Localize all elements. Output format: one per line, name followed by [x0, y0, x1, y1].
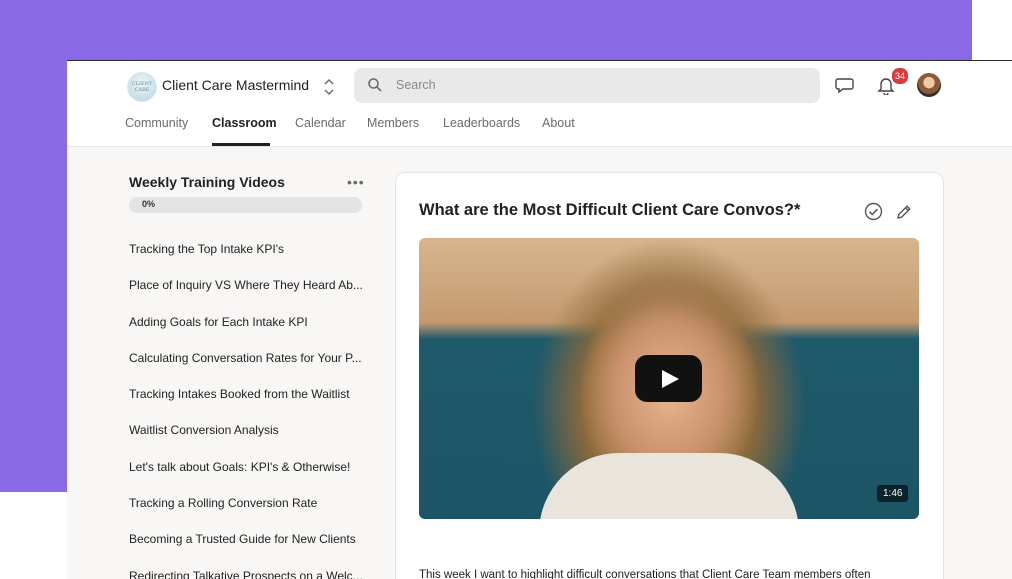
- more-options-icon[interactable]: •••: [347, 174, 365, 190]
- active-tab-indicator: [212, 143, 270, 146]
- user-avatar[interactable]: [917, 73, 941, 97]
- lesson-item[interactable]: Let's talk about Goals: KPI's & Otherwis…: [129, 460, 364, 496]
- top-header: CLIENT CARE Client Care Mastermind Searc…: [67, 61, 1012, 147]
- tab-leaderboards[interactable]: Leaderboards: [443, 116, 520, 130]
- course-title: Weekly Training Videos: [129, 174, 285, 190]
- lesson-title: What are the Most Difficult Client Care …: [419, 201, 801, 219]
- switch-community-icon[interactable]: [322, 76, 336, 98]
- video-player[interactable]: 1:46: [419, 238, 919, 519]
- video-duration: 1:46: [877, 485, 909, 502]
- play-button[interactable]: [635, 355, 702, 402]
- progress-label: 0%: [142, 199, 156, 209]
- chat-icon[interactable]: [835, 77, 854, 94]
- edit-icon[interactable]: [895, 203, 913, 221]
- play-icon: [662, 370, 679, 388]
- tab-about[interactable]: About: [542, 116, 575, 130]
- course-progress-bar: 0%: [129, 197, 362, 213]
- app-window: CLIENT CARE Client Care Mastermind Searc…: [67, 60, 1012, 579]
- search-input[interactable]: Search: [396, 78, 436, 92]
- lesson-item[interactable]: Calculating Conversation Rates for Your …: [129, 351, 364, 387]
- community-name[interactable]: Client Care Mastermind: [162, 77, 309, 93]
- lesson-item[interactable]: Place of Inquiry VS Where They Heard Ab.…: [129, 278, 364, 314]
- lesson-item[interactable]: Tracking Intakes Booked from the Waitlis…: [129, 387, 364, 423]
- lesson-list: Tracking the Top Intake KPI's Place of I…: [129, 242, 369, 579]
- lesson-item[interactable]: Adding Goals for Each Intake KPI: [129, 315, 364, 351]
- tab-community[interactable]: Community: [125, 116, 188, 130]
- lesson-item[interactable]: Tracking the Top Intake KPI's: [129, 242, 364, 278]
- lesson-item[interactable]: Becoming a Trusted Guide for New Clients: [129, 532, 364, 568]
- community-logo[interactable]: CLIENT CARE: [127, 72, 157, 102]
- notification-badge: 34: [891, 67, 909, 85]
- mark-complete-icon[interactable]: [864, 202, 883, 221]
- tab-members[interactable]: Members: [367, 116, 419, 130]
- lesson-item[interactable]: Tracking a Rolling Conversion Rate: [129, 496, 364, 532]
- tab-calendar[interactable]: Calendar: [295, 116, 346, 130]
- tab-classroom[interactable]: Classroom: [212, 116, 277, 130]
- lesson-item[interactable]: Redirecting Talkative Prospects on a Wel…: [129, 569, 364, 579]
- search-icon: [368, 78, 382, 92]
- lesson-item[interactable]: Waitlist Conversion Analysis: [129, 423, 364, 459]
- course-sidebar: Weekly Training Videos ••• 0% Tracking t…: [67, 147, 387, 579]
- video-thumbnail-figure: [539, 453, 799, 519]
- search-bar[interactable]: Search: [354, 68, 820, 103]
- lesson-card: What are the Most Difficult Client Care …: [395, 172, 944, 579]
